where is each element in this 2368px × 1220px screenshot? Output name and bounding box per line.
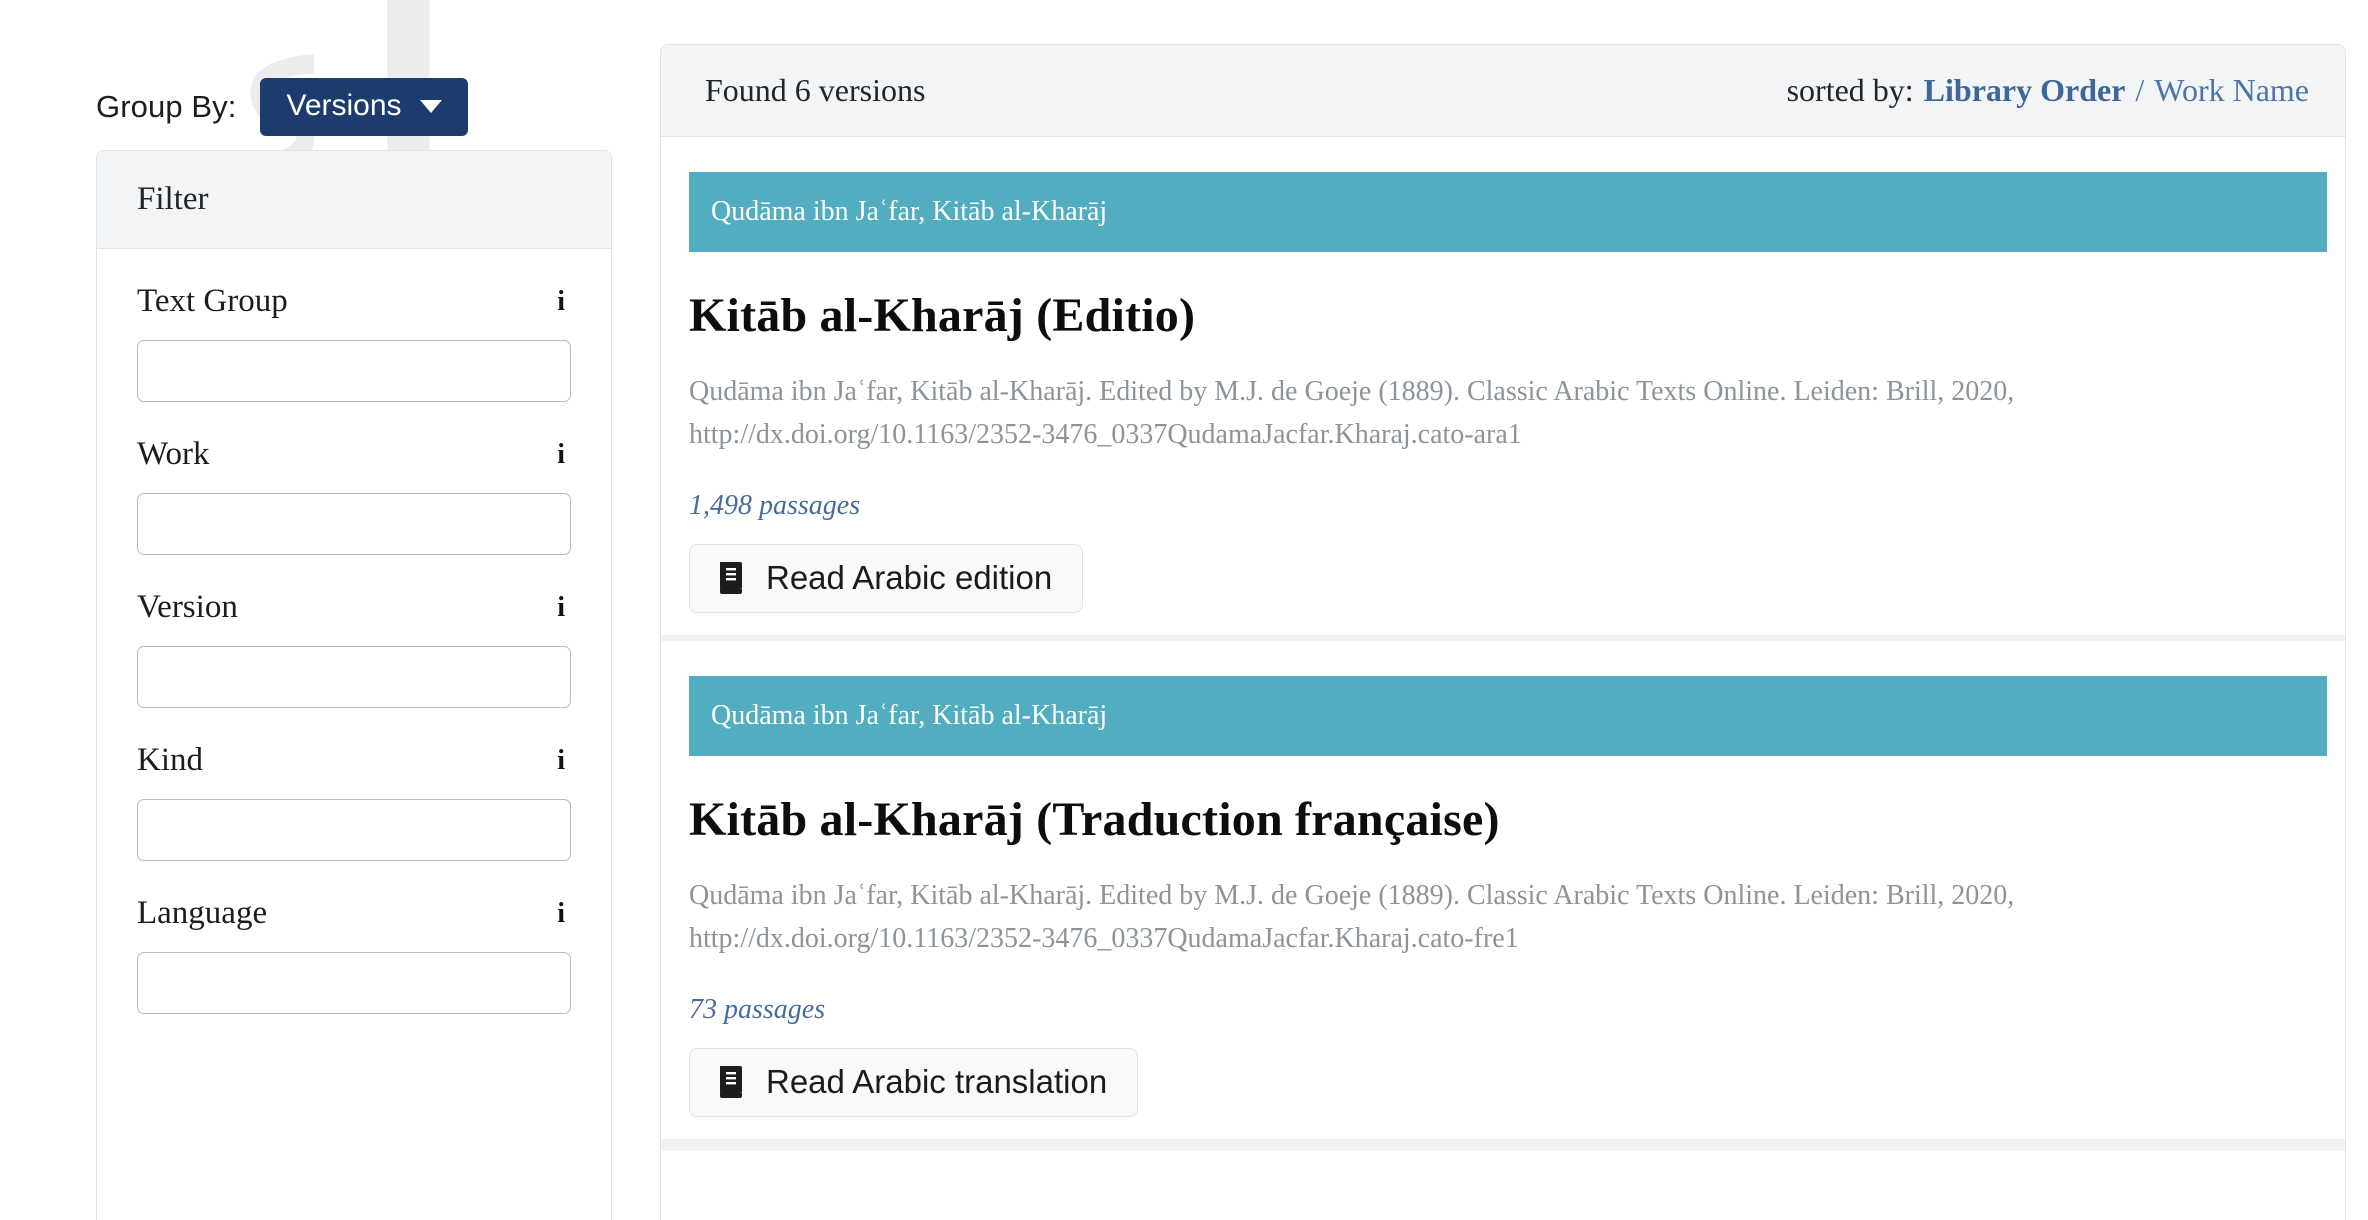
info-icon[interactable]: i bbox=[557, 287, 565, 316]
sort-link-library-order[interactable]: Library Order bbox=[1924, 72, 2126, 109]
version-card-banner: Qudāma ibn Jaʿfar, Kitāb al-Kharāj bbox=[689, 172, 2327, 252]
version-card-title: Kitāb al-Kharāj (Traduction française) bbox=[689, 793, 1500, 847]
version-card-banner: Qudāma ibn Jaʿfar, Kitāb al-Kharāj bbox=[689, 676, 2327, 757]
filter-panel-title: Filter bbox=[137, 181, 209, 217]
filter-field-label: Text Group bbox=[137, 283, 288, 319]
filter-field-label-row: Work i bbox=[137, 436, 571, 473]
version-card-banner-text: Qudāma ibn Jaʿfar, Kitāb al-Kharāj bbox=[711, 196, 1108, 227]
version-card-title: Kitāb al-Kharāj (Editio) bbox=[689, 289, 1196, 342]
filter-field-work: Work i bbox=[137, 436, 571, 555]
chevron-down-icon bbox=[419, 99, 442, 113]
filter-field-label-row: Language i bbox=[137, 895, 571, 932]
version-card-citation: Qudāma ibn Jaʿfar, Kitāb al-Kharāj. Edit… bbox=[689, 880, 2015, 954]
group-by-control: Group By: Versions bbox=[96, 78, 468, 136]
filter-field-label: Language bbox=[137, 895, 268, 931]
filter-panel: Filter Text Group i Work i Version i Kin… bbox=[96, 150, 612, 1220]
filter-field-label-row: Text Group i bbox=[137, 283, 571, 320]
filter-field-label-row: Version i bbox=[137, 589, 571, 626]
sort-separator: / bbox=[2135, 72, 2145, 108]
read-arabic-edition-button[interactable]: Read Arabic edition bbox=[689, 544, 1084, 614]
version-card-citation: Qudāma ibn Jaʿfar, Kitāb al-Kharāj. Edit… bbox=[689, 376, 2015, 450]
results-header: Found 6 versions sorted by: Library Orde… bbox=[661, 45, 2345, 137]
filter-panel-header: Filter bbox=[97, 151, 611, 249]
results-panel: Found 6 versions sorted by: Library Orde… bbox=[660, 44, 2346, 1220]
group-by-dropdown-value: Versions bbox=[286, 89, 402, 122]
version-card: Qudāma ibn Jaʿfar, Kitāb al-Kharāj Kitāb… bbox=[661, 172, 2345, 642]
left-column: Group By: Versions Filter Text Group i W… bbox=[0, 0, 620, 1220]
book-icon bbox=[716, 561, 744, 594]
filter-field-label: Version bbox=[137, 589, 238, 625]
info-icon[interactable]: i bbox=[557, 593, 565, 622]
read-arabic-translation-label: Read Arabic translation bbox=[766, 1063, 1108, 1101]
group-by-dropdown-button[interactable]: Versions bbox=[260, 78, 468, 136]
kind-input[interactable] bbox=[137, 799, 571, 861]
version-card: Qudāma ibn Jaʿfar, Kitāb al-Kharāj Kitāb… bbox=[661, 676, 2345, 1146]
version-card-banner-text: Qudāma ibn Jaʿfar, Kitāb al-Kharāj bbox=[711, 700, 1108, 732]
sorted-by-label: sorted by: bbox=[1786, 72, 1914, 108]
filter-field-label-row: Kind i bbox=[137, 742, 571, 779]
filter-field-kind: Kind i bbox=[137, 742, 571, 861]
version-card-passages-link[interactable]: 1,498 passages bbox=[689, 490, 860, 522]
info-icon[interactable]: i bbox=[557, 746, 565, 775]
info-icon[interactable]: i bbox=[557, 899, 565, 928]
version-card-passages-link[interactable]: 73 passages bbox=[689, 994, 825, 1026]
page-root: ﻙ Group By: Versions Filter Text Group i bbox=[0, 0, 2368, 1220]
version-card-body: Kitāb al-Kharāj (Traduction française) Q… bbox=[661, 792, 2345, 1118]
work-input[interactable] bbox=[137, 493, 571, 555]
read-arabic-translation-button[interactable]: Read Arabic translation bbox=[689, 1048, 1139, 1118]
results-count-label: Found 6 versions bbox=[705, 72, 926, 108]
language-input[interactable] bbox=[137, 952, 571, 1014]
group-by-label: Group By: bbox=[96, 89, 237, 124]
filter-field-text-group: Text Group i bbox=[137, 283, 571, 402]
version-input[interactable] bbox=[137, 646, 571, 708]
filter-field-label: Kind bbox=[137, 742, 203, 778]
filter-field-label: Work bbox=[137, 436, 210, 472]
version-card-body: Kitāb al-Kharāj (Editio) Qudāma ibn Jaʿf… bbox=[661, 288, 2345, 614]
filter-field-version: Version i bbox=[137, 589, 571, 708]
version-card-divider bbox=[661, 1145, 2345, 1152]
filter-panel-body: Text Group i Work i Version i Kind i Lan… bbox=[97, 249, 611, 1088]
info-icon[interactable]: i bbox=[557, 440, 565, 469]
sort-link-work-name[interactable]: Work Name bbox=[2154, 72, 2309, 109]
read-arabic-edition-label: Read Arabic edition bbox=[766, 559, 1053, 597]
text-group-input[interactable] bbox=[137, 340, 571, 402]
book-icon bbox=[716, 1065, 744, 1098]
filter-field-language: Language i bbox=[137, 895, 571, 1014]
sort-controls: sorted by: Library Order / Work Name bbox=[1787, 72, 2309, 109]
